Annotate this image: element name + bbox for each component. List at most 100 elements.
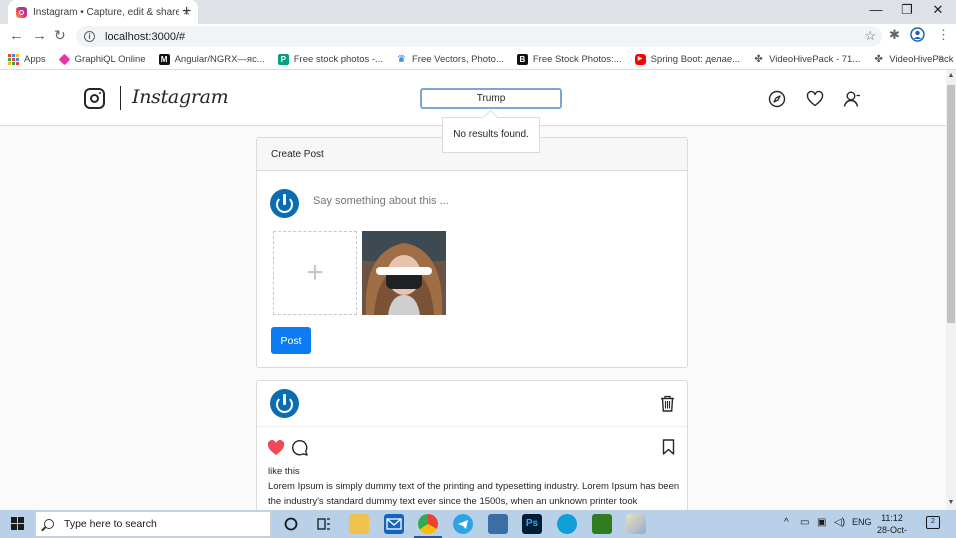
tab-title: Instagram • Capture, edit & share — [33, 6, 179, 18]
post-author-avatar-icon[interactable] — [270, 389, 299, 418]
app-icon-green[interactable] — [592, 514, 612, 534]
post-caption: Lorem Ipsum is simply dummy text of the … — [268, 481, 680, 507]
instagram-favicon-icon — [16, 6, 27, 18]
page-scrollbar[interactable]: ▲ ▼ — [946, 70, 956, 510]
graphql-icon — [58, 53, 70, 65]
add-photo-button[interactable]: + — [273, 231, 357, 315]
videohive-icon: ✤ — [754, 53, 763, 65]
user-avatar-icon[interactable] — [270, 189, 299, 218]
forward-icon[interactable]: → — [32, 27, 47, 44]
windows-start-icon[interactable] — [11, 517, 24, 530]
bookmark-freepik[interactable]: ♛ Free Vectors, Photo... — [396, 54, 504, 65]
like-text: like this — [268, 466, 300, 477]
bookmark-label: VideoHivePack - 71... — [769, 53, 861, 65]
profile-icon[interactable] — [910, 27, 925, 45]
taskbar-search-placeholder: Type here to search — [64, 518, 157, 530]
scroll-down-arrow-icon[interactable]: ▼ — [947, 499, 955, 506]
bookmark-label: Free stock photos -... — [293, 53, 383, 65]
bookmark-label: Free Stock Photos:... — [532, 53, 622, 65]
apps-icon — [8, 53, 19, 65]
bookmark-graphiql[interactable]: GraphiQL Online — [58, 53, 146, 65]
burst-icon: B — [516, 53, 528, 65]
chrome-icon[interactable] — [418, 514, 438, 534]
create-post-card: Create Post + Post — [256, 137, 688, 368]
tab-strip: Instagram • Capture, edit & share × + — … — [0, 0, 956, 24]
scrollbar-thumb[interactable] — [947, 85, 955, 323]
url-text: localhost:3000/# — [105, 30, 186, 43]
page-viewport: Instagram No results found. Create Post … — [0, 70, 946, 510]
bookmarks-overflow-icon[interactable]: » — [938, 52, 944, 64]
post-button[interactable]: Post — [271, 327, 311, 354]
bookmark-angular-ngrx[interactable]: M Angular/NGRX—яс... — [158, 53, 265, 65]
like-heart-icon[interactable] — [267, 439, 285, 459]
taskbar-clock[interactable]: 11:12 28-Oct-20 — [872, 512, 912, 538]
logo-divider — [120, 86, 121, 110]
bookmark-spring-boot[interactable]: ▶ Spring Boot: делае... — [634, 53, 741, 65]
restore-icon[interactable]: ❐ — [898, 2, 916, 18]
videohive-icon: ✤ — [874, 53, 883, 65]
bookmark-label: Spring Boot: делае... — [650, 53, 741, 65]
windows-app-icon[interactable] — [488, 514, 508, 534]
battery-icon[interactable]: ▭ — [800, 517, 809, 528]
pexels-icon: P — [277, 53, 289, 65]
uploaded-photo-thumbnail[interactable] — [362, 231, 446, 315]
bookmark-label: GraphiQL Online — [74, 53, 146, 65]
instagram-logo-icon[interactable] — [84, 88, 105, 109]
profile-user-icon[interactable] — [843, 90, 861, 108]
bookmark-videohive-71[interactable]: ✤ VideoHivePack - 71... — [753, 54, 860, 65]
notification-center-icon[interactable]: 2 — [926, 516, 940, 529]
site-info-icon[interactable]: i — [84, 31, 95, 42]
bookmark-label: Angular/NGRX—яс... — [174, 53, 265, 65]
bookmark-label: VideoHivePack - 69... — [889, 53, 956, 65]
bookmark-pexels[interactable]: P Free stock photos -... — [277, 53, 383, 65]
search-results-dropdown: No results found. — [442, 117, 540, 153]
search-icon — [44, 519, 54, 529]
back-icon[interactable]: ← — [9, 27, 24, 44]
cortana-icon[interactable] — [282, 515, 300, 533]
comment-bubble-icon[interactable] — [291, 439, 308, 459]
bookmark-label: Apps — [24, 53, 46, 65]
scroll-up-arrow-icon[interactable]: ▲ — [947, 72, 955, 79]
minimize-icon[interactable]: — — [867, 2, 885, 17]
taskbar-search-box[interactable]: Type here to search — [35, 511, 271, 537]
medium-icon: M — [158, 53, 170, 65]
photoshop-icon[interactable]: Ps — [522, 514, 542, 534]
windows-taskbar: Type here to search Ps ^ ▭ ▣ ◁) ENG 11:1… — [0, 510, 956, 538]
explore-compass-icon[interactable] — [768, 90, 786, 108]
browser-toolbar: ← → ↻ i localhost:3000/# ☆ ✱ ⋮ — [0, 24, 956, 49]
mail-icon[interactable] — [384, 514, 404, 534]
youtube-icon: ▶ — [634, 53, 646, 65]
bookmarks-bar: Apps GraphiQL Online M Angular/NGRX—яс..… — [0, 49, 956, 70]
tray-overflow-icon[interactable]: ^ — [784, 517, 789, 528]
language-indicator[interactable]: ENG — [852, 517, 872, 527]
post-text-input[interactable] — [313, 195, 613, 207]
app-icon-blue[interactable] — [557, 514, 577, 534]
instagram-wordmark[interactable]: Instagram — [132, 86, 229, 108]
paint-icon[interactable] — [626, 514, 646, 534]
bookmark-label: Free Vectors, Photo... — [411, 53, 504, 65]
bookmark-save-icon[interactable] — [662, 439, 675, 458]
delete-trash-icon[interactable] — [660, 395, 675, 415]
extensions-icon[interactable]: ✱ — [889, 27, 900, 43]
network-icon[interactable]: ▣ — [817, 517, 826, 528]
activity-heart-icon[interactable] — [806, 90, 824, 108]
clock-date: 28-Oct-20 — [876, 525, 907, 538]
post-divider — [257, 426, 687, 427]
feed-post-card: like this Lorem Ipsum is simply dummy te… — [256, 380, 688, 510]
search-input[interactable] — [420, 88, 562, 109]
telegram-icon[interactable] — [453, 514, 473, 534]
bookmark-burst[interactable]: B Free Stock Photos:... — [516, 53, 622, 65]
file-explorer-icon[interactable] — [349, 514, 369, 534]
reload-icon[interactable]: ↻ — [54, 27, 66, 44]
volume-icon[interactable]: ◁) — [834, 517, 845, 528]
new-tab-button[interactable]: + — [182, 3, 191, 21]
bookmark-apps[interactable]: Apps — [8, 53, 46, 65]
clock-time: 11:12 — [881, 513, 903, 523]
browser-tab-instagram[interactable]: Instagram • Capture, edit & share × — [8, 0, 198, 24]
menu-kebab-icon[interactable]: ⋮ — [937, 27, 950, 43]
address-bar[interactable]: i localhost:3000/# ☆ — [76, 26, 882, 47]
task-view-icon[interactable] — [314, 514, 334, 534]
freepik-icon: ♛ — [397, 53, 406, 65]
bookmark-star-icon[interactable]: ☆ — [864, 28, 876, 44]
close-window-icon[interactable]: ✕ — [929, 2, 947, 18]
